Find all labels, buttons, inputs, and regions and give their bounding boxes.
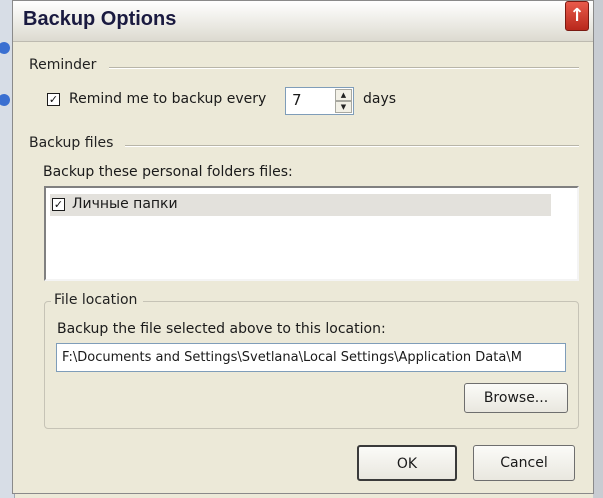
- spinner-buttons: ▲ ▼: [335, 89, 352, 113]
- backup-options-dialog: Backup Options ↑ Reminder ✓ Remind me to…: [12, 0, 594, 494]
- browse-button-label: Browse...: [483, 390, 549, 406]
- cancel-button-label: Cancel: [500, 455, 548, 471]
- list-item-label: Личные папки: [72, 196, 178, 212]
- backup-files-divider: [125, 145, 579, 147]
- background-window-edge-right: [593, 0, 603, 498]
- personal-folders-list[interactable]: ✓ Личные папки: [44, 186, 579, 281]
- days-value: 7: [292, 91, 302, 109]
- days-spinner[interactable]: 7 ▲ ▼: [285, 87, 354, 115]
- file-path-field[interactable]: F:\Documents and Settings\Svetlana\Local…: [56, 343, 566, 372]
- file-location-group-label: File location: [51, 292, 144, 308]
- reminder-group-label: Reminder: [29, 57, 103, 73]
- dialog-title: Backup Options: [23, 8, 177, 30]
- list-item-checkbox[interactable]: ✓: [52, 198, 65, 211]
- close-icon: ↑: [569, 5, 585, 26]
- remind-label: Remind me to backup every: [69, 91, 267, 107]
- spin-up-icon: ▲: [340, 91, 347, 99]
- close-button[interactable]: ↑: [565, 1, 589, 31]
- ok-button[interactable]: OK: [357, 445, 457, 481]
- background-icon: [0, 42, 10, 54]
- check-icon: ✓: [53, 198, 64, 211]
- file-path-value: F:\Documents and Settings\Svetlana\Local…: [62, 350, 522, 365]
- backup-files-group-label: Backup files: [29, 135, 120, 151]
- check-icon: ✓: [48, 93, 59, 106]
- spin-down-button[interactable]: ▼: [335, 101, 352, 113]
- list-caption: Backup these personal folders files:: [43, 164, 293, 180]
- title-bar[interactable]: Backup Options ↑: [13, 1, 593, 42]
- days-label: days: [363, 91, 397, 107]
- list-item[interactable]: ✓ Личные папки: [50, 194, 551, 216]
- reminder-divider: [109, 67, 579, 69]
- spin-up-button[interactable]: ▲: [335, 89, 352, 101]
- spin-down-icon: ▼: [340, 103, 347, 111]
- file-location-caption: Backup the file selected above to this l…: [57, 321, 386, 337]
- cancel-button[interactable]: Cancel: [473, 445, 575, 481]
- remind-checkbox[interactable]: ✓: [47, 93, 60, 106]
- browse-button[interactable]: Browse...: [464, 383, 568, 413]
- background-icon: [0, 94, 10, 106]
- ok-button-label: OK: [396, 456, 418, 472]
